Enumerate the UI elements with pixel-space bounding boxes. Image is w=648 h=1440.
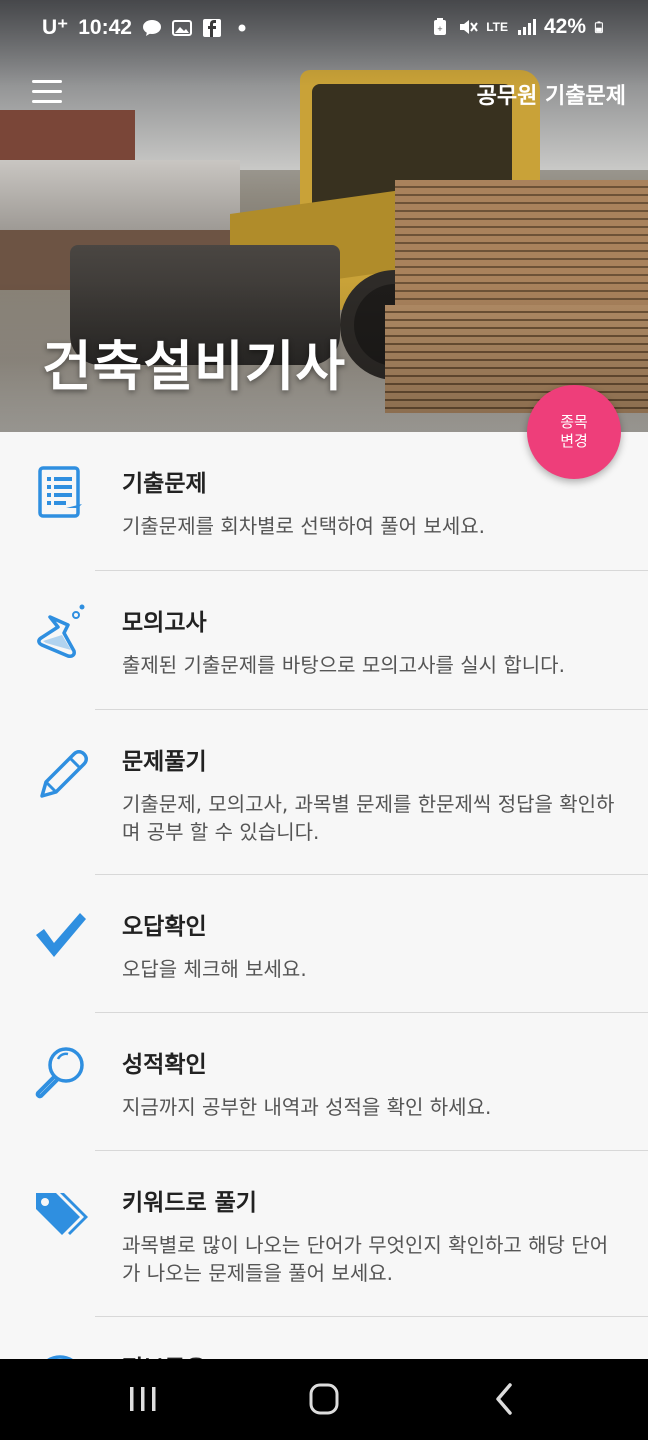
hamburger-line-icon xyxy=(32,90,62,93)
menu-item-info-share[interactable]: 정보공유 xyxy=(0,1317,648,1359)
battery-percent: 42% xyxy=(543,15,586,38)
menu-item-scores[interactable]: 성적확인 지금까지 공부한 내역과 성적을 확인 하세요. xyxy=(0,1013,648,1151)
menu-item-title: 키워드로 풀기 xyxy=(122,1190,257,1216)
menu-item-mock-exam[interactable]: 모의고사 출제된 기출문제를 바탕으로 모의고사를 실시 합니다. xyxy=(0,571,648,709)
mute-icon xyxy=(460,20,478,34)
menu-item-title: 문제풀기 xyxy=(122,749,207,775)
carrier-label: U⁺ xyxy=(42,16,69,39)
menu-item-keyword-solve[interactable]: 키워드로 풀기 과목별로 많이 나오는 단어가 무엇인지 확인하고 해당 단어가… xyxy=(0,1151,648,1316)
menu-item-desc: 오답을 체크해 보세요. xyxy=(122,957,307,981)
status-bar: U⁺ 10:42 + LTE 42% xyxy=(0,0,648,56)
checkmark-icon xyxy=(36,913,86,957)
battery-saver-icon: + xyxy=(434,18,447,35)
menu-item-title: 성적확인 xyxy=(122,1052,207,1078)
menu-item-desc: 과목별로 많이 나오는 단어가 무엇인지 확인하고 해당 단어가 나오는 문제들… xyxy=(122,1233,609,1285)
talk-message-icon xyxy=(142,19,161,36)
menu-item-title: 기출문제 xyxy=(122,471,207,497)
svg-text:+: + xyxy=(438,24,443,34)
menu-item-desc: 출제된 기출문제를 바탕으로 모의고사를 실시 합니다. xyxy=(122,653,565,677)
hamburger-line-icon xyxy=(32,100,62,103)
facebook-icon xyxy=(202,18,221,37)
gallery-icon xyxy=(171,19,192,36)
hamburger-line-icon xyxy=(32,80,62,83)
home-icon[interactable] xyxy=(299,1379,349,1419)
menu-item-title: 정보공유 xyxy=(122,1349,207,1359)
pencil-icon xyxy=(40,750,88,798)
magnifier-icon xyxy=(35,1047,84,1099)
notification-dot-icon xyxy=(238,24,246,31)
menu-item-desc: 지금까지 공부한 내역과 성적을 확인 하세요. xyxy=(122,1095,492,1119)
document-list-icon xyxy=(38,466,82,518)
flask-icon xyxy=(37,604,85,658)
menu-item-desc: 기출문제, 모의고사, 과목별 문제를 한문제씩 정답을 확인하며 공부 할 수… xyxy=(122,792,615,844)
network-type-label: LTE xyxy=(486,20,508,34)
signal-icon xyxy=(517,19,536,35)
hamburger-menu-button[interactable] xyxy=(32,80,64,104)
status-right: + LTE 42% xyxy=(430,15,608,39)
menu-item-wrong-answers[interactable]: 오답확인 오답을 체크해 보세요. xyxy=(0,875,648,1013)
fab-label-line1: 종목 xyxy=(560,413,588,431)
status-left: U⁺ 10:42 xyxy=(42,15,252,40)
app-title[interactable]: 공무원 기출문제 xyxy=(477,78,626,110)
clock: 10:42 xyxy=(78,15,132,39)
menu-item-title: 모의고사 xyxy=(122,610,207,636)
back-icon[interactable] xyxy=(480,1379,530,1419)
menu-item-solve-problems[interactable]: 문제풀기 기출문제, 모의고사, 과목별 문제를 한문제씩 정답을 확인하며 공… xyxy=(0,710,648,874)
hero-title: 건축설비기사 xyxy=(42,335,347,398)
system-navigation-bar xyxy=(0,1359,648,1440)
fab-label-line2: 변경 xyxy=(560,432,588,450)
menu-item-desc: 기출문제를 회차별로 선택하여 풀어 보세요. xyxy=(122,514,485,538)
tag-icon xyxy=(36,1193,88,1235)
hero-banner: U⁺ 10:42 + LTE 42% 공무원 기출문제 건축설비기사 xyxy=(0,0,648,432)
menu-item-title: 오답확인 xyxy=(122,914,207,940)
change-category-button[interactable]: 종목 변경 xyxy=(527,385,621,479)
battery-icon xyxy=(594,21,603,34)
recent-apps-icon[interactable] xyxy=(118,1379,168,1419)
info-share-icon xyxy=(47,1355,73,1359)
menu-list: 기출문제 기출문제를 회차별로 선택하여 풀어 보세요. 모의고사 출제된 기출… xyxy=(0,432,648,1359)
